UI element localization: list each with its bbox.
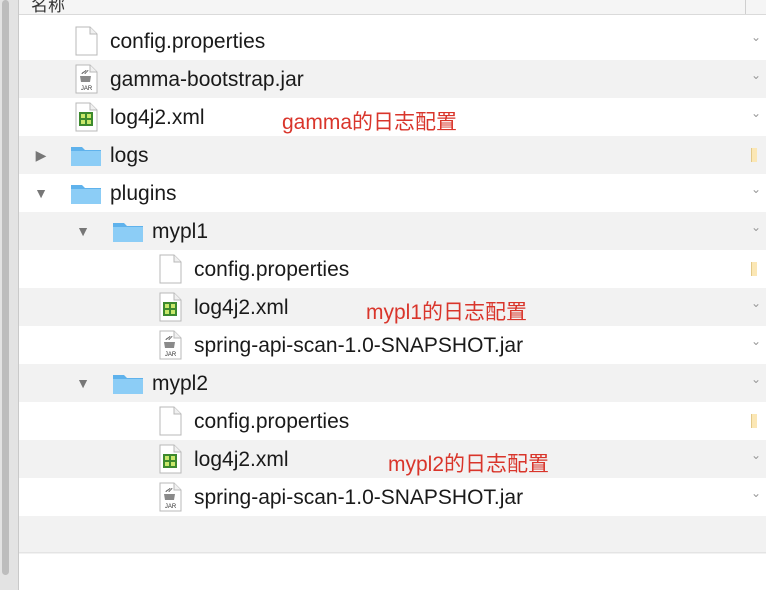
folder-row[interactable]: ▶ logs: [19, 136, 766, 174]
chevron-down-icon: ⌄: [751, 106, 762, 120]
file-name: gamma-bootstrap.jar: [110, 68, 304, 91]
chevron-down-icon: ⌄: [751, 334, 762, 348]
chevron-down-icon: ⌄: [751, 448, 762, 462]
file-row[interactable]: log4j2.xml mypl1的日志配置 ⌄: [19, 288, 766, 326]
file-row[interactable]: JAR gamma-bootstrap.jar ⌄: [19, 60, 766, 98]
status-marker: [751, 148, 757, 162]
file-name: config.properties: [110, 30, 266, 53]
file-name: log4j2.xml: [110, 106, 205, 129]
list-bottom-divider: [19, 552, 766, 553]
annotation-text: mypl1的日志配置: [366, 301, 528, 324]
xml-file-icon: [73, 102, 99, 137]
file-row[interactable]: JAR spring-api-scan-1.0-SNAPSHOT.jar ⌄: [19, 326, 766, 364]
file-row[interactable]: log4j2.xml mypl2的日志配置 ⌄: [19, 440, 766, 478]
chevron-down-icon: ⌄: [751, 182, 762, 196]
disclosure-down-icon[interactable]: ▼: [33, 185, 49, 201]
folder-name: mypl2: [152, 372, 209, 395]
jar-file-icon: JAR: [157, 482, 183, 517]
status-marker: [751, 414, 757, 428]
column-divider[interactable]: [745, 0, 746, 14]
folder-icon: [70, 143, 102, 172]
disclosure-right-icon[interactable]: ▶: [33, 147, 49, 163]
xml-file-icon: [157, 444, 183, 479]
file-name: log4j2.xml: [194, 296, 289, 319]
disclosure-down-icon[interactable]: ▼: [75, 375, 91, 391]
file-row[interactable]: config.properties ⌄: [19, 22, 766, 60]
file-rows: config.properties ⌄ JAR gamma-bootstrap.…: [19, 22, 766, 554]
folder-name: logs: [110, 144, 149, 167]
file-name: log4j2.xml: [194, 448, 289, 471]
file-row[interactable]: log4j2.xml gamma的日志配置 ⌄: [19, 98, 766, 136]
file-name: spring-api-scan-1.0-SNAPSHOT.jar: [194, 334, 524, 357]
jar-file-icon: JAR: [73, 64, 99, 99]
sidebar-scrollbar[interactable]: [2, 0, 9, 575]
document-icon: [73, 26, 99, 61]
sidebar-strip: [0, 0, 19, 590]
empty-row: [19, 516, 766, 554]
folder-name: mypl1: [152, 220, 209, 243]
file-name: config.properties: [194, 258, 350, 281]
chevron-down-icon: ⌄: [751, 30, 762, 44]
jar-badge: JAR: [165, 352, 177, 358]
file-row[interactable]: config.properties: [19, 250, 766, 288]
folder-row[interactable]: ▼ mypl2 ⌄: [19, 364, 766, 402]
chevron-down-icon: ⌄: [751, 68, 762, 82]
xml-file-icon: [157, 292, 183, 327]
folder-icon: [112, 219, 144, 248]
name-column-header[interactable]: 名称: [31, 0, 65, 16]
folder-row[interactable]: ▼ plugins ⌄: [19, 174, 766, 212]
jar-badge: JAR: [81, 86, 93, 92]
status-marker: [751, 262, 757, 276]
disclosure-down-icon[interactable]: ▼: [75, 223, 91, 239]
chevron-down-icon: ⌄: [751, 296, 762, 310]
file-row[interactable]: JAR spring-api-scan-1.0-SNAPSHOT.jar ⌄: [19, 478, 766, 516]
chevron-down-icon: ⌄: [751, 220, 762, 234]
file-list-pane: 名称 config.properties ⌄ JAR gamma-bootstr…: [19, 0, 766, 590]
chevron-down-icon: ⌄: [751, 372, 762, 386]
folder-icon: [112, 371, 144, 400]
folder-icon: [70, 181, 102, 210]
folder-row[interactable]: ▼ mypl1 ⌄: [19, 212, 766, 250]
jar-badge: JAR: [165, 504, 177, 510]
column-header[interactable]: 名称: [19, 0, 766, 15]
file-row[interactable]: config.properties: [19, 402, 766, 440]
jar-file-icon: JAR: [157, 330, 183, 365]
file-name: config.properties: [194, 410, 350, 433]
chevron-down-icon: ⌄: [751, 486, 762, 500]
folder-name: plugins: [110, 182, 177, 205]
annotation-text: mypl2的日志配置: [388, 453, 550, 476]
file-name: spring-api-scan-1.0-SNAPSHOT.jar: [194, 486, 524, 509]
document-icon: [157, 254, 183, 289]
document-icon: [157, 406, 183, 441]
annotation-text: gamma的日志配置: [282, 111, 458, 134]
